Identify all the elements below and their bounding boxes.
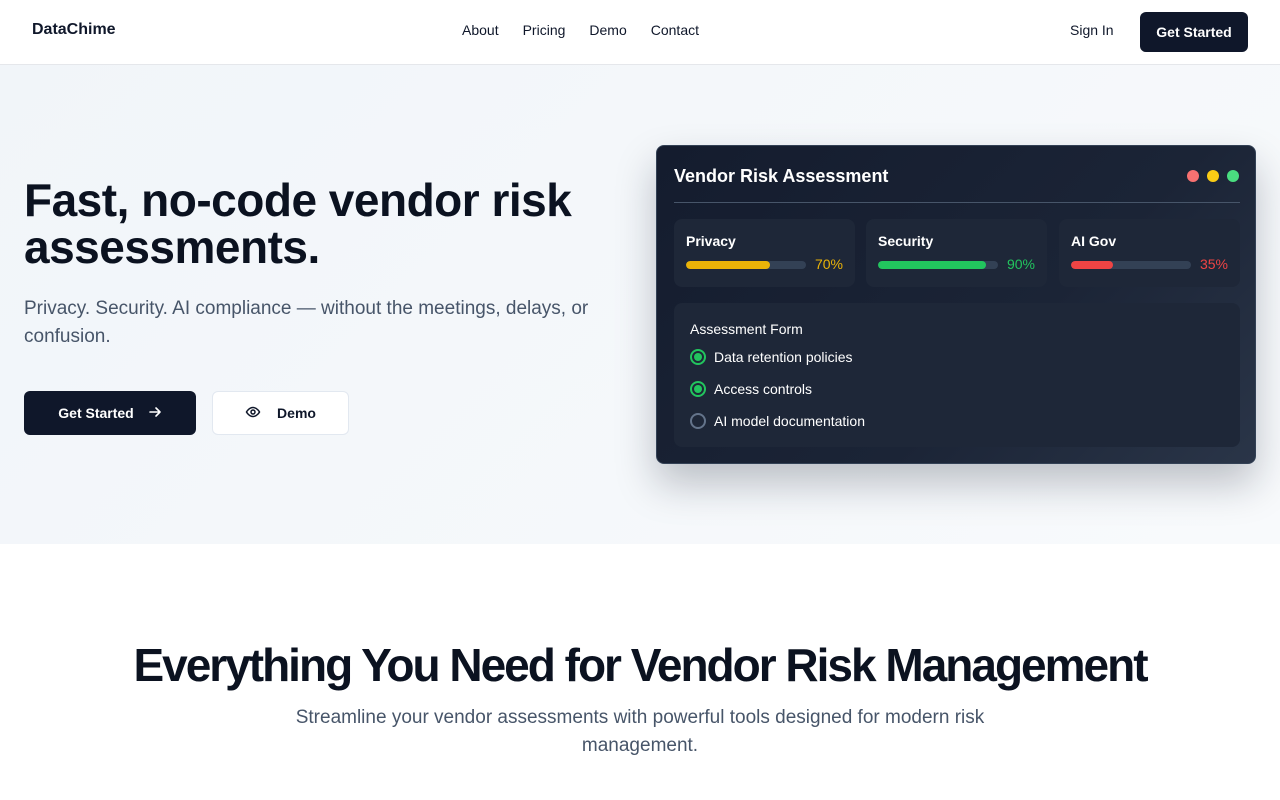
arrow-right-icon — [148, 405, 162, 422]
hero-subtitle: Privacy. Security. AI compliance — witho… — [24, 298, 589, 347]
progress-fill — [686, 261, 770, 269]
progress-track — [686, 261, 806, 269]
form-item-data-retention[interactable]: Data retention policies — [690, 349, 853, 365]
hero-title: Fast, no-code vendor risk assessments. — [24, 174, 572, 273]
radio-icon[interactable] — [690, 381, 706, 397]
card-title: Vendor Risk Assessment — [674, 166, 889, 186]
nav-link-demo[interactable]: Demo — [589, 22, 626, 38]
form-item-access-controls[interactable]: Access controls — [690, 381, 812, 397]
metric-privacy: Privacy 70% — [674, 219, 855, 287]
nav-get-started-button[interactable]: Get Started — [1140, 12, 1248, 52]
hero-demo-label: Demo — [277, 405, 316, 421]
yellow-dot — [1207, 170, 1219, 182]
brand-logo[interactable]: DataChime — [32, 21, 116, 39]
top-nav: DataChime About Pricing Demo Contact Sig… — [0, 0, 1280, 65]
progress-track — [1071, 261, 1191, 269]
eye-icon — [245, 404, 261, 423]
nav-links: About Pricing Demo Contact — [462, 22, 699, 38]
metric-label: Security — [878, 233, 934, 249]
radio-icon[interactable] — [690, 413, 706, 429]
metric-percent: 35% — [1199, 256, 1228, 272]
form-title: Assessment Form — [690, 321, 803, 337]
features-subtitle: Streamline your vendor assessments with … — [295, 707, 985, 756]
metric-label: Privacy — [686, 233, 736, 249]
form-item-label: Access controls — [714, 381, 813, 397]
card-divider — [674, 202, 1240, 203]
progress-track — [878, 261, 998, 269]
metric-percent: 90% — [1006, 256, 1035, 272]
window-dots — [1187, 170, 1239, 182]
form-item-label: AI model documentation — [714, 413, 865, 429]
features-title: Everything You Need for Vendor Risk Mana… — [133, 639, 1148, 691]
nav-link-pricing[interactable]: Pricing — [523, 22, 566, 38]
red-dot — [1187, 170, 1199, 182]
form-item-label: Data retention policies — [714, 349, 853, 365]
hero-section: Fast, no-code vendor risk assessments. P… — [0, 65, 1280, 544]
progress-fill — [1071, 261, 1113, 269]
metric-security: Security 90% — [866, 219, 1047, 287]
nav-link-contact[interactable]: Contact — [651, 22, 699, 38]
hero-demo-button[interactable]: Demo — [212, 391, 349, 435]
form-item-ai-model-docs[interactable]: AI model documentation — [690, 413, 865, 429]
metric-ai-gov: AI Gov 35% — [1059, 219, 1240, 287]
nav-link-about[interactable]: About — [462, 22, 499, 38]
progress-fill — [878, 261, 986, 269]
hero-get-started-button[interactable]: Get Started — [24, 391, 196, 435]
hero-get-started-label: Get Started — [58, 405, 134, 421]
metric-label: AI Gov — [1071, 233, 1117, 249]
metric-percent: 70% — [814, 256, 843, 272]
assessment-form: Assessment Form Data retention policies … — [674, 303, 1240, 447]
green-dot — [1227, 170, 1239, 182]
sign-in-link[interactable]: Sign In — [1070, 22, 1114, 38]
vendor-risk-card: Vendor Risk Assessment Privacy 70% Secur… — [656, 145, 1256, 464]
radio-icon[interactable] — [690, 349, 706, 365]
